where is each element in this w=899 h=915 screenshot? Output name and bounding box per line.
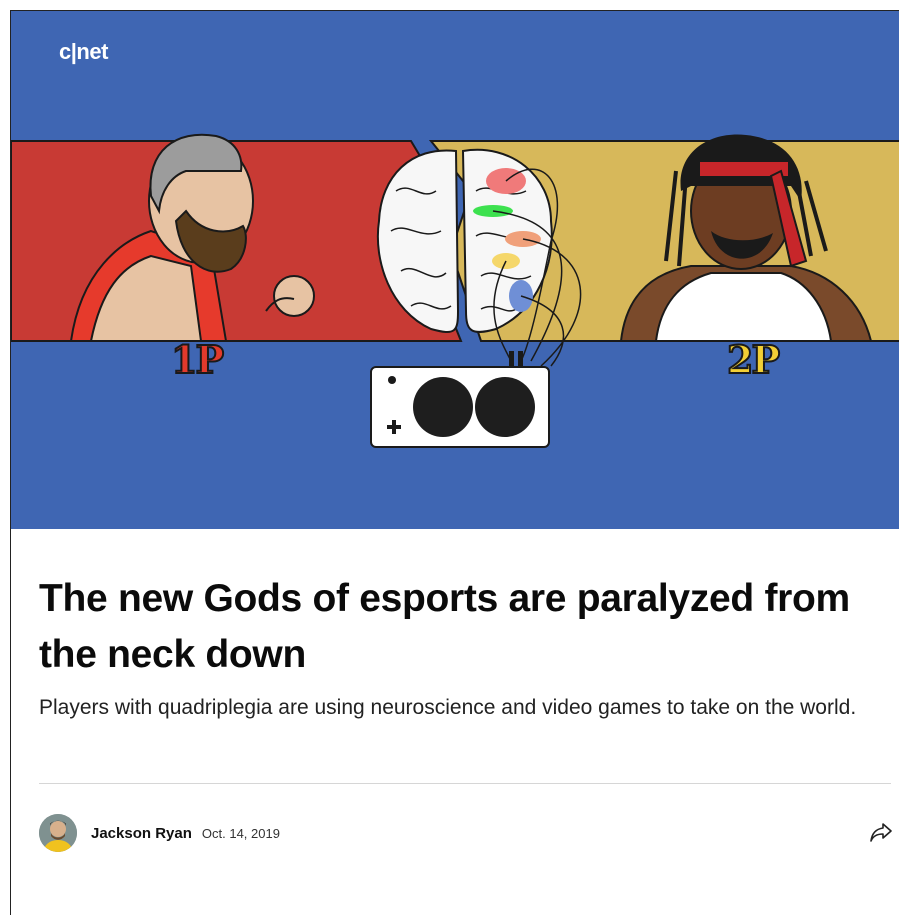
hero-illustration: c|net 1P 2P (11, 11, 899, 529)
article-title: The new Gods of esports are paralyzed fr… (39, 577, 850, 676)
share-arrow-icon[interactable] (869, 821, 893, 843)
cnet-logo[interactable]: c|net (59, 39, 108, 65)
byline-divider (39, 783, 891, 784)
byline: Jackson Ryan Oct. 14, 2019 (39, 813, 280, 853)
article-subtitle: Players with quadriplegia are using neur… (39, 696, 857, 719)
publish-date: Oct. 14, 2019 (201, 825, 280, 841)
adaptive-controller-illustration (370, 351, 550, 448)
page-frame: c|net 1P 2P The new Gods of esports are … (10, 10, 899, 915)
hero-art (11, 133, 899, 448)
player-two-tag: 2P (726, 336, 781, 383)
author-avatar[interactable] (39, 814, 77, 852)
player-one-tag: 1P (170, 336, 225, 383)
author-name[interactable]: Jackson Ryan (91, 825, 192, 842)
